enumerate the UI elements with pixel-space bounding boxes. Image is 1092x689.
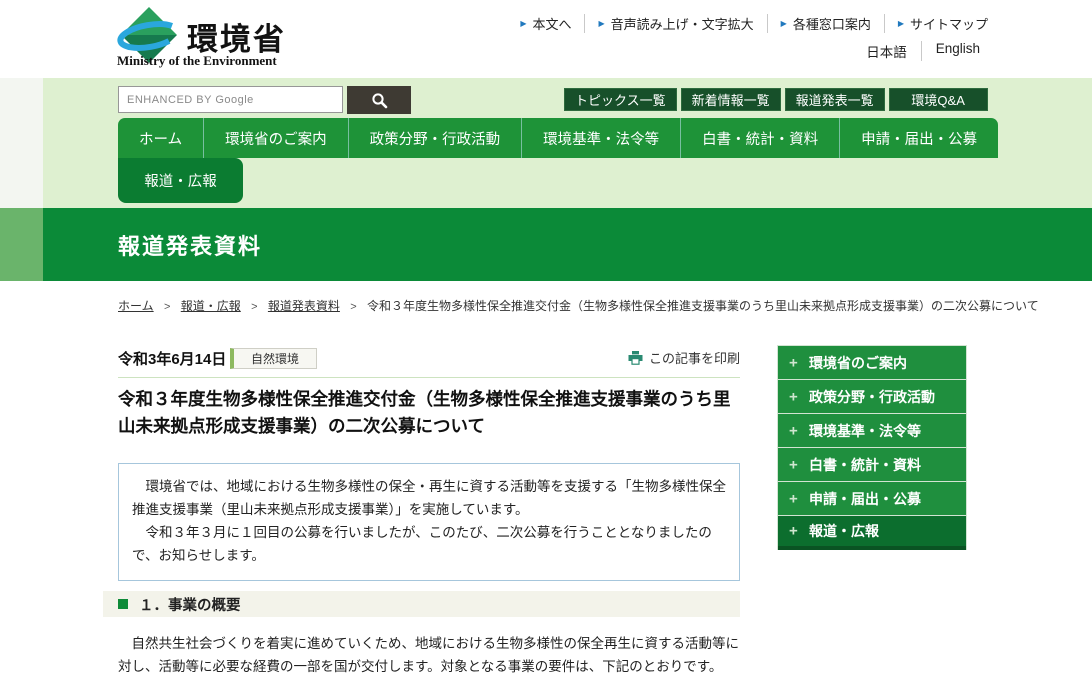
quick-link-env-qa[interactable]: 環境Q&A: [888, 88, 988, 111]
sidebar-item-label: 申請・届出・公募: [809, 490, 921, 507]
page-title: 報道発表資料: [118, 233, 263, 259]
green-square-bullet-icon: [118, 599, 128, 609]
nav-item-standards[interactable]: 環境基準・法令等: [521, 118, 681, 158]
global-nav: ホーム 環境省のご案内 政策分野・行政活動 環境基準・法令等 白書・統計・資料 …: [118, 118, 999, 158]
sidebar-menu: + 環境省のご案内 + 政策分野・行政活動 + 環境基準・法令等 + 白書・統計…: [777, 345, 967, 550]
sidebar-item-label: 環境基準・法令等: [809, 422, 921, 439]
breadcrumb-link-home[interactable]: ホーム: [118, 299, 154, 313]
plus-icon: +: [789, 388, 798, 405]
nav-item-press-active[interactable]: 報道・広報: [118, 158, 243, 203]
nav-item-about[interactable]: 環境省のご案内: [203, 118, 348, 158]
utility-link-main-content[interactable]: ▶ 本文へ: [507, 14, 586, 33]
section-heading-bar: １．事業の概要: [103, 591, 740, 617]
utility-link-label: 音声読み上げ・文字拡大: [610, 17, 754, 32]
utility-link-label: 本文へ: [532, 17, 572, 32]
breadcrumb-separator: >: [251, 301, 258, 313]
sidebar-item-label: 白書・統計・資料: [809, 456, 921, 473]
utility-link-accessibility[interactable]: ▶ 音声読み上げ・文字拡大: [585, 14, 768, 33]
arrow-right-icon: ▶: [520, 19, 527, 28]
breadcrumb-link-press[interactable]: 報道・広報: [181, 299, 241, 313]
article-date: 令和3年6月14日: [118, 351, 227, 368]
logo-subtitle: Ministry of the Environment: [117, 53, 277, 68]
printer-icon: [628, 350, 643, 365]
quick-links: トピックス一覧 新着情報一覧 報道発表一覧 環境Q&A: [564, 88, 988, 111]
nav-item-home[interactable]: ホーム: [118, 118, 204, 158]
quick-link-press-list[interactable]: 報道発表一覧: [784, 88, 885, 111]
sidebar-item-application[interactable]: + 申請・届出・公募: [778, 482, 966, 516]
sidebar-item-policy[interactable]: + 政策分野・行政活動: [778, 380, 966, 414]
sidebar-item-standards[interactable]: + 環境基準・法令等: [778, 414, 966, 448]
summary-paragraph-1: 環境省では、地域における生物多様性の保全・再生に資する活動等を支援する「生物多様…: [132, 479, 726, 517]
sidebar-item-label: 環境省のご案内: [809, 354, 907, 371]
search-icon: [371, 92, 387, 108]
search-input[interactable]: [118, 86, 343, 113]
arrow-right-icon: ▶: [780, 19, 787, 28]
article-summary-box: 環境省では、地域における生物多様性の保全・再生に資する活動等を支援する「生物多様…: [118, 463, 740, 581]
section-heading: １．事業の概要: [139, 597, 241, 614]
sidebar-item-press-active[interactable]: + 報道・広報: [778, 516, 966, 550]
lang-english[interactable]: English: [922, 41, 980, 61]
utility-link-contact-desk[interactable]: ▶ 各種窓口案内: [768, 14, 885, 33]
nav-item-application[interactable]: 申請・届出・公募: [839, 118, 999, 158]
section-body-text: 自然共生社会づくりを着実に進めていくため、地域における生物多様性の保全再生に資す…: [118, 636, 739, 675]
language-switcher: 日本語 English: [852, 41, 980, 61]
utility-nav: ▶ 本文へ ▶ 音声読み上げ・文字拡大 ▶ 各種窓口案内 ▶ サイトマップ: [507, 14, 988, 33]
quick-link-topics[interactable]: トピックス一覧: [564, 88, 677, 111]
sidebar-item-label: 政策分野・行政活動: [809, 388, 935, 405]
plus-icon: +: [789, 522, 798, 540]
quick-link-whats-new[interactable]: 新着情報一覧: [680, 88, 781, 111]
sidebar-item-about[interactable]: + 環境省のご案内: [778, 346, 966, 380]
page-banner: 報道発表資料: [43, 208, 1092, 281]
plus-icon: +: [789, 422, 798, 439]
arrow-right-icon: ▶: [897, 19, 904, 28]
nav-item-whitepaper[interactable]: 白書・統計・資料: [680, 118, 840, 158]
breadcrumb-separator: >: [350, 301, 357, 313]
utility-link-label: サイトマップ: [909, 17, 988, 32]
page: 環境省 Ministry of the Environment ▶ 本文へ ▶ …: [0, 0, 1092, 689]
utility-link-sitemap[interactable]: ▶ サイトマップ: [885, 14, 988, 33]
print-link-label: この記事を印刷: [648, 351, 740, 366]
moe-logo[interactable]: 環境省 Ministry of the Environment: [117, 5, 397, 75]
band-left-margin: [0, 78, 43, 208]
sidebar-item-label: 報道・広報: [809, 523, 879, 539]
banner-left-accent: [0, 208, 43, 281]
plus-icon: +: [789, 456, 798, 473]
sidebar-item-whitepaper[interactable]: + 白書・統計・資料: [778, 448, 966, 482]
plus-icon: +: [789, 490, 798, 507]
utility-link-label: 各種窓口案内: [792, 17, 871, 32]
summary-paragraph-2: 令和３年３月に１回目の公募を行いましたが、このたび、二次公募を行うこととなりまし…: [132, 524, 712, 563]
lang-japanese[interactable]: 日本語: [852, 41, 922, 61]
breadcrumb: ホーム > 報道・広報 > 報道発表資料 > 令和３年度生物多様性保全推進交付金…: [118, 297, 1078, 314]
article-title: 令和３年度生物多様性保全推進交付金（生物多様性保全推進支援事業のうち里山未来拠点…: [118, 389, 731, 437]
article-meta-row: 令和3年6月14日 自然環境 この記事を印刷: [118, 344, 740, 378]
print-link[interactable]: この記事を印刷: [628, 348, 740, 367]
search-button[interactable]: [347, 86, 411, 114]
nav-item-policy[interactable]: 政策分野・行政活動: [347, 118, 522, 158]
plus-icon: +: [789, 354, 798, 371]
breadcrumb-link-press-materials[interactable]: 報道発表資料: [268, 299, 340, 313]
category-badge[interactable]: 自然環境: [230, 348, 317, 369]
arrow-right-icon: ▶: [598, 19, 605, 28]
search-nav-band: トピックス一覧 新着情報一覧 報道発表一覧 環境Q&A ホーム 環境省のご案内 …: [43, 78, 1092, 208]
breadcrumb-separator: >: [163, 301, 171, 313]
breadcrumb-current: 令和３年度生物多様性保全推進交付金（生物多様性保全推進支援事業のうち里山未来拠点…: [367, 299, 1039, 313]
